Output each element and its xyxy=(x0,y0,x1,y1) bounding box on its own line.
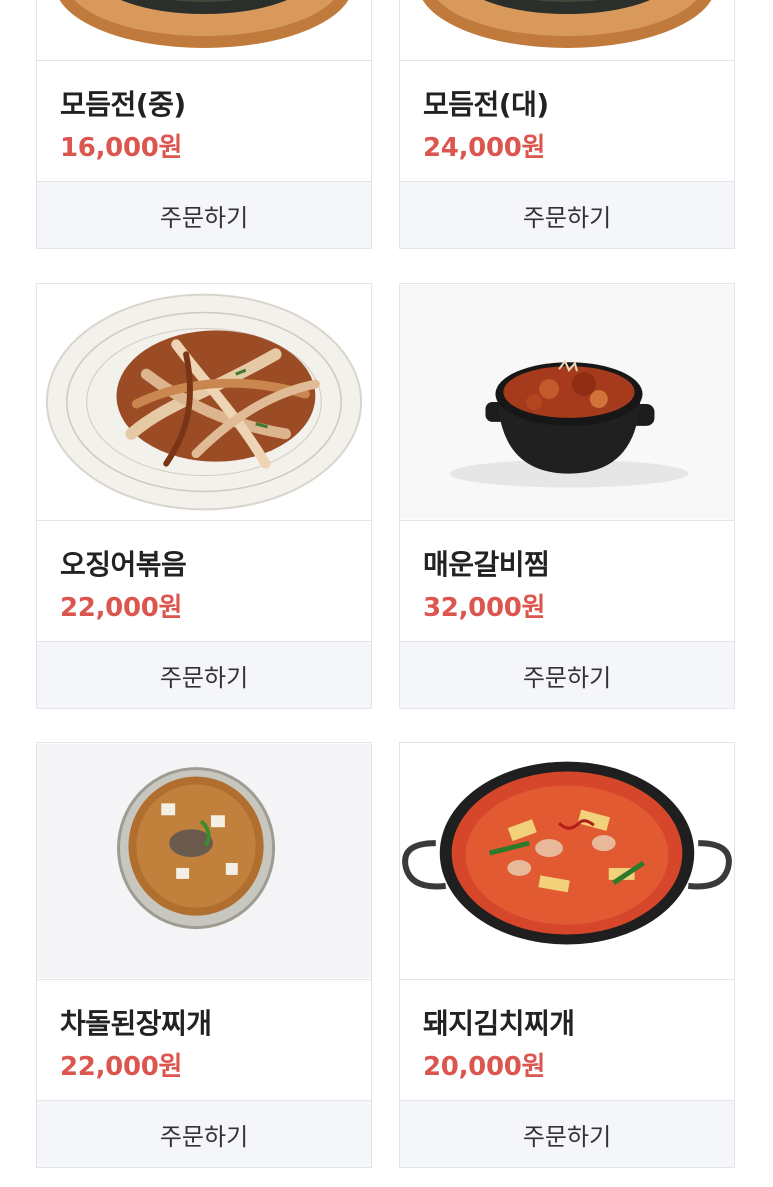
product-name: 오징어볶음 xyxy=(60,548,187,581)
product-image[interactable] xyxy=(37,743,371,979)
product-price: 22,000원 xyxy=(60,1052,183,1082)
product-price: 22,000원 xyxy=(60,593,183,623)
order-button[interactable]: 주문하기 xyxy=(37,641,371,708)
product-price: 24,000원 xyxy=(423,133,546,163)
product-card[interactable]: 오징어볶음 22,000원 주문하기 xyxy=(36,283,372,709)
order-button[interactable]: 주문하기 xyxy=(400,1100,734,1167)
product-name: 매운갈비찜 xyxy=(423,548,550,581)
product-card[interactable]: 매운갈비찜 32,000원 주문하기 xyxy=(399,283,735,709)
product-image[interactable] xyxy=(37,284,371,520)
product-card[interactable]: 모듬전(중) 16,000원 주문하기 xyxy=(36,0,372,249)
product-card[interactable]: 차돌된장찌개 22,000원 주문하기 xyxy=(36,742,372,1168)
product-info: 차돌된장찌개 22,000원 xyxy=(37,979,371,1102)
product-image[interactable] xyxy=(400,743,734,979)
product-info: 매운갈비찜 32,000원 xyxy=(400,520,734,643)
order-button[interactable]: 주문하기 xyxy=(400,181,734,248)
product-price: 16,000원 xyxy=(60,133,183,163)
product-info: 모듬전(대) 24,000원 xyxy=(400,60,734,183)
product-card[interactable]: 모듬전(대) 24,000원 주문하기 xyxy=(399,0,735,249)
product-name: 돼지김치찌개 xyxy=(423,1007,575,1040)
product-price: 20,000원 xyxy=(423,1052,546,1082)
order-button[interactable]: 주문하기 xyxy=(37,1100,371,1167)
product-name: 모듬전(중) xyxy=(60,88,186,121)
product-price: 32,000원 xyxy=(423,593,546,623)
product-image[interactable] xyxy=(400,284,734,520)
order-button[interactable]: 주문하기 xyxy=(400,641,734,708)
product-info: 모듬전(중) 16,000원 xyxy=(37,60,371,183)
product-name: 차돌된장찌개 xyxy=(60,1007,212,1040)
product-name: 모듬전(대) xyxy=(423,88,549,121)
product-card[interactable]: 돼지김치찌개 20,000원 주문하기 xyxy=(399,742,735,1168)
product-info: 오징어볶음 22,000원 xyxy=(37,520,371,643)
order-button[interactable]: 주문하기 xyxy=(37,181,371,248)
product-info: 돼지김치찌개 20,000원 xyxy=(400,979,734,1102)
